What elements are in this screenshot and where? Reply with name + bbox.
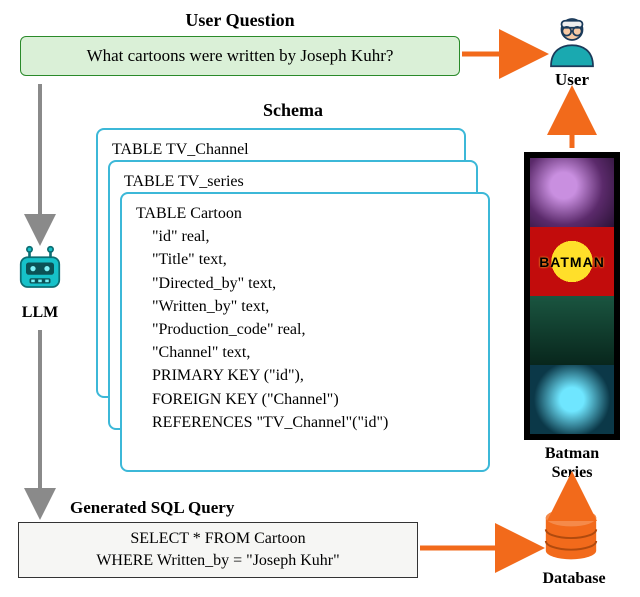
batman-logo-text: BATMAN: [539, 254, 605, 270]
results-subtitle: Series: [520, 463, 624, 482]
user-question-text: What cartoons were written by Joseph Kuh…: [87, 46, 394, 66]
schema-col: "Written_by" text,: [136, 295, 474, 318]
llm-label: LLM: [12, 304, 68, 322]
user-question-heading: User Question: [20, 10, 460, 31]
schema-col: "Directed_by" text,: [136, 272, 474, 295]
sql-line: SELECT * FROM Cartoon: [130, 528, 305, 550]
sql-box: SELECT * FROM Cartoon WHERE Written_by =…: [18, 522, 418, 578]
person-icon: [544, 12, 600, 68]
result-thumb: [524, 296, 620, 365]
schema-col: "Production_code" real,: [136, 318, 474, 341]
schema-col: PRIMARY KEY ("id"),: [136, 364, 474, 387]
database-label: Database: [524, 570, 624, 588]
robot-icon: [12, 245, 68, 301]
schema-col: "Title" text,: [136, 248, 474, 271]
schema-card-title: TABLE TV_Channel: [112, 138, 450, 161]
schema-card-cartoon: TABLE Cartoon "id" real, "Title" text, "…: [120, 192, 490, 472]
schema-card-title: TABLE TV_series: [124, 170, 462, 193]
schema-col: "id" real,: [136, 225, 474, 248]
schema-heading: Schema: [118, 100, 468, 121]
schema-col: FOREIGN KEY ("Channel"): [136, 388, 474, 411]
results-title: Batman: [520, 444, 624, 463]
result-thumb-batman: BATMAN: [524, 227, 620, 296]
user-label: User: [530, 70, 614, 90]
results-film-strip: BATMAN: [524, 152, 620, 440]
schema-col: "Channel" text,: [136, 341, 474, 364]
result-thumb: [524, 365, 620, 434]
schema-card-title: TABLE Cartoon: [136, 202, 474, 225]
result-thumb: [524, 158, 620, 227]
user-question-box: What cartoons were written by Joseph Kuh…: [20, 36, 460, 76]
schema-col: REFERENCES "TV_Channel"("id"): [136, 411, 474, 434]
results-label: Batman Series: [520, 444, 624, 482]
sql-line: WHERE Written_by = "Joseph Kuhr": [96, 550, 339, 572]
generated-sql-heading: Generated SQL Query: [70, 498, 370, 518]
database-icon: [540, 508, 602, 564]
